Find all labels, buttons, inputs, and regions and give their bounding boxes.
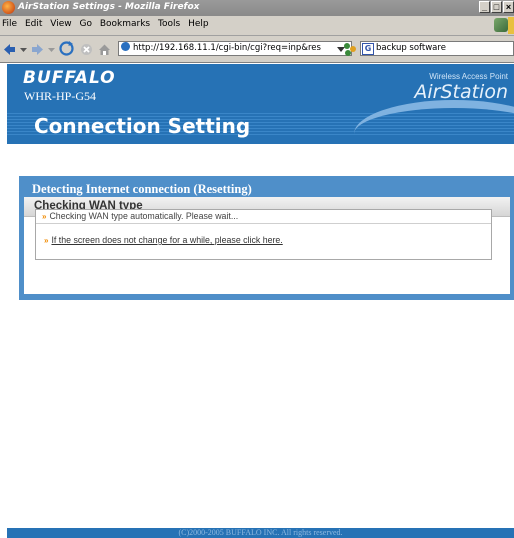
go-icon[interactable] xyxy=(342,41,358,57)
search-input[interactable]: backup software xyxy=(376,43,446,53)
airstation-logo: AirStation xyxy=(414,81,508,103)
navigation-toolbar: http://192.168.11.1/cgi-bin/cgi?req=inp&… xyxy=(0,36,514,63)
window-controls: _ □ × xyxy=(478,1,514,15)
double-arrow-icon: » xyxy=(42,212,47,221)
site-globe-icon xyxy=(121,42,130,51)
page-title: Connection Setting xyxy=(34,114,251,138)
buffalo-logo: BUFFALO xyxy=(23,68,116,88)
menu-file[interactable]: File xyxy=(2,19,17,29)
product-subtitle: Wireless Access Point xyxy=(429,72,508,81)
stop-icon[interactable] xyxy=(80,43,93,56)
menu-bookmarks[interactable]: Bookmarks xyxy=(100,19,150,29)
panel-heading: Detecting Internet connection (Resetting… xyxy=(32,182,252,196)
forward-icon[interactable] xyxy=(31,43,44,56)
menu-help[interactable]: Help xyxy=(188,19,209,29)
menu-go[interactable]: Go xyxy=(79,19,91,29)
menu-edit[interactable]: Edit xyxy=(25,19,42,29)
model-name: WHR-HP-G54 xyxy=(24,89,96,103)
link-row: » If the screen does not change for a whi… xyxy=(44,235,283,245)
menu-tools[interactable]: Tools xyxy=(158,19,180,29)
reload-icon[interactable] xyxy=(58,40,75,57)
page-header: BUFFALO WHR-HP-G54 Wireless Access Point… xyxy=(7,64,514,144)
close-button[interactable]: × xyxy=(503,1,514,13)
firefox-icon xyxy=(2,1,15,14)
back-dropdown-icon[interactable] xyxy=(17,43,30,56)
detection-panel: Detecting Internet connection (Resetting… xyxy=(19,176,514,300)
window-title: AirStation Settings - Mozilla Firefox xyxy=(18,2,200,12)
menu-bar: File Edit View Go Bookmarks Tools Help xyxy=(0,16,514,36)
forward-dropdown-icon[interactable] xyxy=(45,43,58,56)
minimize-button[interactable]: _ xyxy=(479,1,490,13)
status-box: » Checking WAN type automatically. Please… xyxy=(35,209,492,260)
google-search-icon: G xyxy=(362,43,374,55)
status-text: Checking WAN type automatically. Please … xyxy=(49,211,239,221)
footer: (C)2000-2005 BUFFALO INC. All rights res… xyxy=(7,528,514,538)
search-bar[interactable]: Gbackup software xyxy=(360,41,514,56)
double-arrow-icon: » xyxy=(44,236,49,245)
status-row: » Checking WAN type automatically. Please… xyxy=(36,210,491,224)
home-icon[interactable] xyxy=(98,43,111,56)
back-icon[interactable] xyxy=(3,43,16,56)
throbber-icon xyxy=(492,17,514,34)
click-here-link[interactable]: If the screen does not change for a whil… xyxy=(51,235,282,245)
copyright-text: (C)2000-2005 BUFFALO INC. All rights res… xyxy=(178,528,343,537)
address-bar[interactable]: http://192.168.11.1/cgi-bin/cgi?req=inp&… xyxy=(118,41,352,56)
address-url: http://192.168.11.1/cgi-bin/cgi?req=inp&… xyxy=(133,43,321,53)
window-titlebar: AirStation Settings - Mozilla Firefox _ … xyxy=(0,0,514,16)
maximize-button[interactable]: □ xyxy=(491,1,502,13)
menu-view[interactable]: View xyxy=(50,19,71,29)
